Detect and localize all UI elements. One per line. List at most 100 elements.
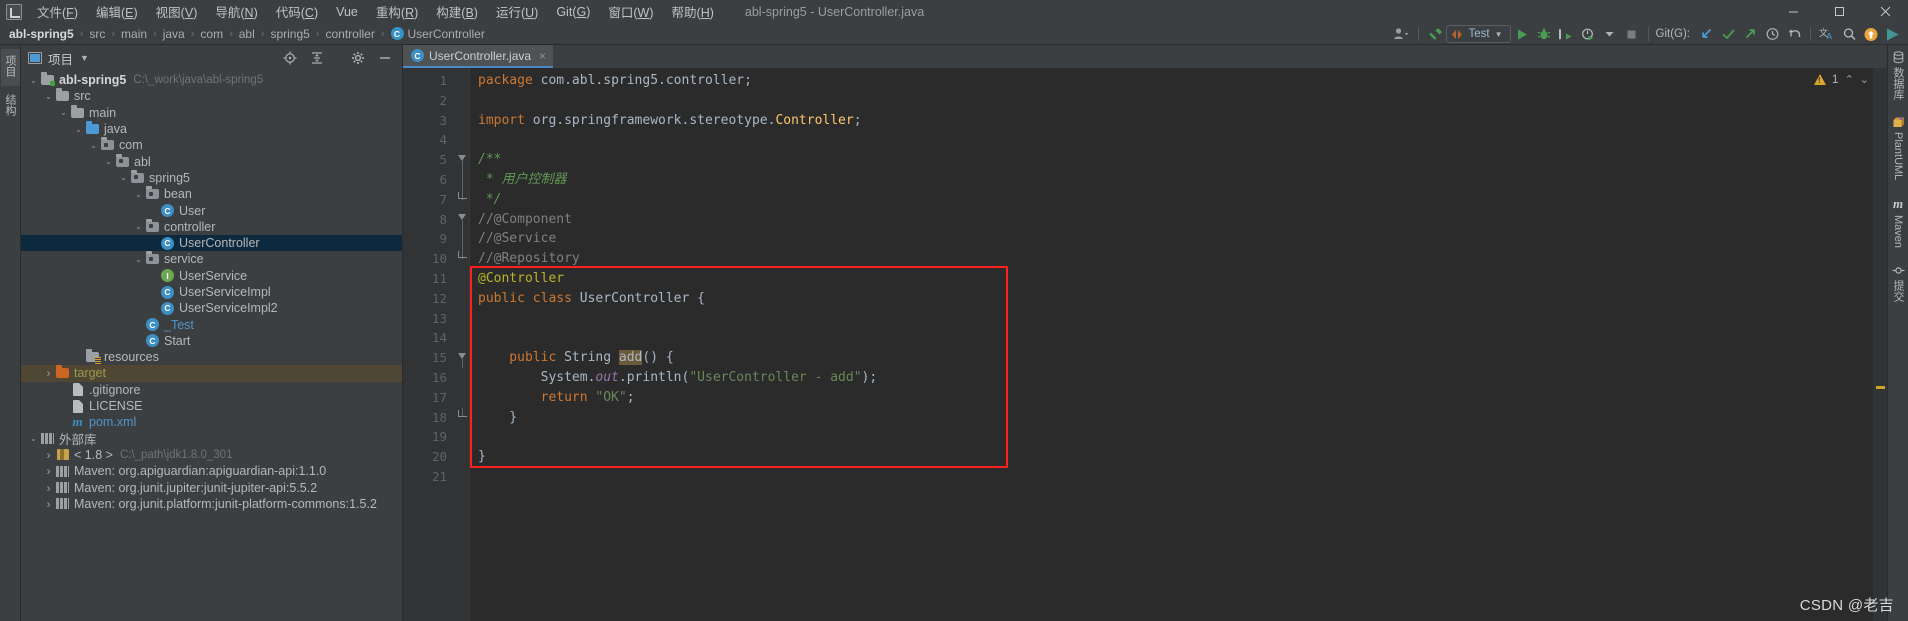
code-line[interactable]: public String add() { bbox=[470, 348, 1887, 368]
settings-gear-icon[interactable] bbox=[350, 51, 365, 66]
code-line[interactable]: //@Repository bbox=[470, 249, 1887, 269]
chevron-down-icon[interactable]: ⌄ bbox=[27, 76, 40, 85]
stop-icon[interactable] bbox=[1621, 24, 1643, 44]
code-line[interactable] bbox=[470, 328, 1887, 348]
project-tree[interactable]: ⌄ abl-spring5 C:\_work\java\abl-spring5 ⌄ sr… bbox=[21, 71, 402, 621]
tree-node----[interactable]: ⌄ 外部库 bbox=[21, 431, 402, 447]
code-line[interactable]: //@Component bbox=[470, 210, 1887, 230]
code-line[interactable] bbox=[470, 309, 1887, 329]
commit-icon[interactable] bbox=[1717, 24, 1739, 44]
fold-slot[interactable] bbox=[455, 249, 469, 269]
tree-node-pom-xml[interactable]: m pom.xml bbox=[21, 414, 402, 430]
breadcrumb-item-2[interactable]: main bbox=[116, 27, 152, 41]
tree-node---1-8--[interactable]: › < 1.8 > C:\_path\jdk1.8.0_301 bbox=[21, 447, 402, 463]
tree-node-license[interactable]: LICENSE bbox=[21, 398, 402, 414]
breadcrumb-item-7[interactable]: controller bbox=[320, 27, 379, 41]
code-line[interactable]: } bbox=[470, 447, 1887, 467]
code-line[interactable]: } bbox=[470, 408, 1887, 428]
breadcrumb-item-1[interactable]: src bbox=[84, 27, 110, 41]
chevron-down-icon[interactable]: ⌄ bbox=[1860, 73, 1869, 86]
rail-item-database[interactable]: 数据库 bbox=[1890, 51, 1906, 100]
chevron-down-icon[interactable]: ▼ bbox=[80, 53, 89, 63]
code-line[interactable]: package com.abl.spring5.controller; bbox=[470, 71, 1887, 91]
code-folding-column[interactable] bbox=[455, 68, 469, 621]
run-icon[interactable] bbox=[1511, 24, 1533, 44]
warning-marker[interactable] bbox=[1876, 386, 1885, 389]
chevron-right-icon[interactable]: › bbox=[42, 448, 55, 462]
menu-item-2[interactable]: 视图(V) bbox=[147, 0, 207, 24]
code-line[interactable]: @Controller bbox=[470, 269, 1887, 289]
tree-node-usercontroller[interactable]: C UserController bbox=[21, 234, 402, 252]
tree-node-target[interactable]: › target bbox=[21, 365, 402, 382]
chevron-down-icon[interactable]: ⌄ bbox=[42, 92, 55, 101]
chevron-down-icon[interactable]: ⌄ bbox=[117, 173, 130, 182]
upload-icon[interactable] bbox=[1860, 24, 1882, 44]
fold-slot[interactable] bbox=[455, 210, 469, 230]
chevron-down-icon[interactable]: ⌄ bbox=[102, 157, 115, 166]
breadcrumb-item-3[interactable]: java bbox=[158, 27, 190, 41]
tree-node-maven--org-junit-platform-junit-platform-commons-1-5-2[interactable]: › Maven: org.junit.platform:junit-platfor… bbox=[21, 496, 402, 512]
code-line[interactable] bbox=[470, 427, 1887, 447]
menu-item-1[interactable]: 编辑(E) bbox=[87, 0, 147, 24]
chevron-down-icon[interactable]: ▼ bbox=[1495, 30, 1503, 39]
chevron-down-icon[interactable]: ⌄ bbox=[132, 222, 145, 231]
editor-tab-usercontroller[interactable]: C UserController.java × bbox=[403, 45, 554, 68]
tree-node-abl[interactable]: ⌄ abl bbox=[21, 153, 402, 169]
fold-slot[interactable] bbox=[455, 150, 469, 170]
code-line[interactable]: import org.springframework.stereotype.Co… bbox=[470, 111, 1887, 131]
chevron-right-icon[interactable]: › bbox=[42, 464, 55, 478]
tree-node-src[interactable]: ⌄ src bbox=[21, 88, 402, 104]
breadcrumb-item-5[interactable]: abl bbox=[234, 27, 260, 41]
chevron-down-icon[interactable]: ⌄ bbox=[87, 141, 100, 150]
close-icon[interactable]: × bbox=[539, 49, 546, 63]
menu-item-4[interactable]: 代码(C) bbox=[267, 0, 327, 24]
tree-node-service[interactable]: ⌄ service bbox=[21, 251, 402, 267]
rail-item-structure[interactable]: 结构 bbox=[1, 86, 20, 124]
rail-item-maven[interactable]: m Maven bbox=[1892, 196, 1904, 248]
tree-node-user[interactable]: C User bbox=[21, 202, 402, 218]
tree-node--test[interactable]: C _Test bbox=[21, 316, 402, 332]
tree-node-spring5[interactable]: ⌄ spring5 bbox=[21, 169, 402, 186]
chevron-down-icon[interactable]: ⌄ bbox=[57, 108, 70, 117]
search-everywhere-icon[interactable] bbox=[1838, 24, 1860, 44]
translate-icon[interactable]: 文 A bbox=[1816, 24, 1838, 44]
update-project-icon[interactable] bbox=[1695, 24, 1717, 44]
breadcrumb-leaf[interactable]: C UserController bbox=[386, 27, 490, 41]
rollback-icon[interactable] bbox=[1783, 24, 1805, 44]
breadcrumb-item-4[interactable]: com bbox=[195, 27, 228, 41]
menu-item-5[interactable]: Vue bbox=[327, 2, 367, 22]
tree-node-userserviceimpl2[interactable]: C UserServiceImpl2 bbox=[21, 300, 402, 316]
breadcrumb-item-6[interactable]: spring5 bbox=[265, 27, 314, 41]
rail-item-plantuml[interactable]: PlantUML bbox=[1892, 116, 1905, 180]
editor-marker-strip[interactable] bbox=[1873, 68, 1887, 621]
code-line[interactable] bbox=[470, 130, 1887, 150]
maximize-icon[interactable] bbox=[1816, 0, 1862, 23]
code-line[interactable]: System.out.println("UserController - add… bbox=[470, 368, 1887, 388]
code-line[interactable]: return "OK"; bbox=[470, 388, 1887, 408]
profiler-icon[interactable] bbox=[1577, 24, 1599, 44]
menu-item-3[interactable]: 导航(N) bbox=[206, 0, 266, 24]
minimize-icon[interactable] bbox=[1770, 0, 1816, 23]
tree-node-maven--org-apiguardian-apiguardian-api-1-1-0[interactable]: › Maven: org.apiguardian:apiguardian-api:… bbox=[21, 463, 402, 479]
code-line[interactable] bbox=[470, 467, 1887, 487]
chevron-up-icon[interactable]: ⌃ bbox=[1845, 73, 1854, 86]
run-with-coverage-icon[interactable] bbox=[1555, 24, 1577, 44]
menu-item-10[interactable]: 窗口(W) bbox=[599, 0, 662, 24]
hide-panel-icon[interactable] bbox=[377, 51, 392, 66]
build-hammer-icon[interactable] bbox=[1424, 24, 1446, 44]
run-anything-icon[interactable] bbox=[1882, 24, 1904, 44]
user-avatar-icon[interactable] bbox=[1389, 24, 1413, 44]
code-line[interactable]: */ bbox=[470, 190, 1887, 210]
tree-node-main[interactable]: ⌄ main bbox=[21, 104, 402, 121]
code-editor[interactable]: 1 2 3 4 5 6 7 8 9 10 11 12 13 14 15 16 17 18 19 20 21 packag… bbox=[403, 68, 1887, 621]
rail-item-project[interactable]: 项目 bbox=[0, 49, 20, 86]
close-icon[interactable] bbox=[1862, 0, 1908, 23]
code-line[interactable]: //@Service bbox=[470, 229, 1887, 249]
code-content[interactable]: package com.abl.spring5.controller; impor… bbox=[469, 68, 1887, 621]
menu-item-7[interactable]: 构建(B) bbox=[427, 0, 487, 24]
profiler-dropdown-icon[interactable] bbox=[1599, 24, 1621, 44]
menu-item-11[interactable]: 帮助(H) bbox=[663, 0, 723, 24]
chevron-right-icon[interactable]: › bbox=[42, 366, 55, 380]
tree-node-com[interactable]: ⌄ com bbox=[21, 137, 402, 153]
chevron-right-icon[interactable]: › bbox=[42, 497, 55, 511]
